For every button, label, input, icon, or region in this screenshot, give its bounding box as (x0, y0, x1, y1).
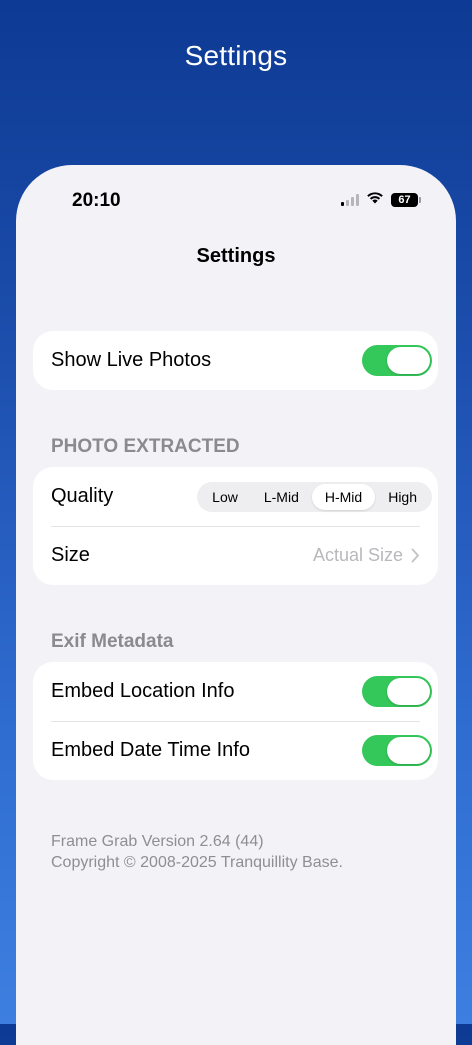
datetime-label: Embed Date Time Info (51, 739, 250, 761)
battery-icon: 67 (391, 193, 421, 207)
datetime-toggle[interactable] (362, 735, 432, 766)
chevron-right-icon (411, 548, 420, 563)
quality-label: Quality (51, 485, 114, 507)
quality-segmented-control[interactable]: Low L-Mid H-Mid High (197, 481, 432, 512)
version-text: Frame Grab Version 2.64 (44) (51, 833, 264, 850)
quality-option-l-mid[interactable]: L-Mid (251, 484, 312, 510)
location-row: Embed Location Info (33, 662, 438, 721)
copyright-text: Copyright © 2008-2025 Tranquillity Base. (51, 854, 343, 871)
live-photos-row: Show Live Photos (33, 331, 438, 390)
live-photos-label: Show Live Photos (51, 349, 212, 371)
size-value-container: Actual Size (313, 545, 420, 566)
photo-extracted-header: PHOTO EXTRACTED (51, 436, 240, 457)
hero-title: Settings (184, 40, 288, 71)
quality-option-high[interactable]: High (375, 484, 430, 510)
quality-option-h-mid[interactable]: H-Mid (311, 483, 376, 510)
wifi-icon (366, 191, 384, 209)
datetime-row: Embed Date Time Info (33, 721, 438, 780)
photo-extracted-group: Quality Low L-Mid H-Mid High Size Actual… (33, 467, 438, 585)
phone-screen: 20:10 67 Settings Show Live Photos PHOTO… (16, 165, 456, 1045)
cellular-signal-icon (341, 194, 359, 206)
status-icons: 67 (341, 191, 421, 209)
location-label: Embed Location Info (51, 680, 235, 702)
exif-group: Embed Location Info Embed Date Time Info (33, 662, 438, 780)
location-toggle[interactable] (362, 676, 432, 707)
quality-option-low[interactable]: Low (199, 484, 251, 510)
exif-header: Exif Metadata (51, 631, 174, 652)
nav-title: Settings (196, 245, 276, 267)
quality-row: Quality Low L-Mid H-Mid High (33, 467, 438, 526)
footer: Frame Grab Version 2.64 (44) Copyright ©… (51, 831, 343, 873)
size-label: Size (51, 544, 90, 566)
live-photos-toggle[interactable] (362, 345, 432, 376)
size-row[interactable]: Size Actual Size (33, 526, 438, 585)
live-photos-group: Show Live Photos (33, 331, 438, 390)
size-value: Actual Size (312, 545, 403, 565)
status-time: 20:10 (72, 190, 121, 211)
